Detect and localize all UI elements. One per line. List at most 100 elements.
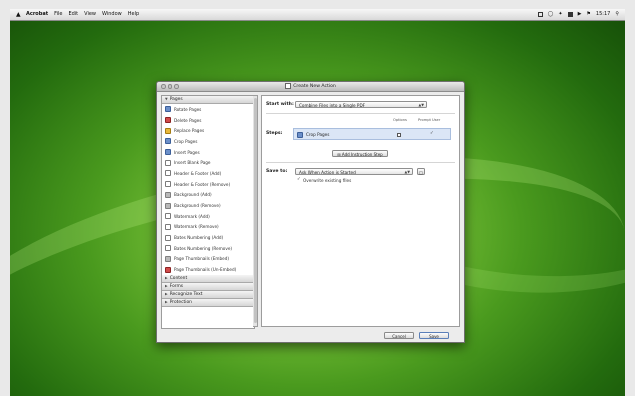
save-to-value: Ask When Action is Started xyxy=(299,170,356,175)
tool-label: Background (Add) xyxy=(174,192,212,198)
steps-label: Steps: xyxy=(266,131,283,136)
dialog-title: Create New Action xyxy=(293,84,336,89)
folder-icon: □ xyxy=(419,170,423,175)
background-icon xyxy=(165,202,171,209)
menu-help[interactable]: Help xyxy=(128,9,139,20)
overwrite-checkbox[interactable]: ✓ xyxy=(297,177,301,182)
thumbnails-icon xyxy=(165,255,171,262)
background-icon xyxy=(165,191,171,198)
add-instruction-step-button[interactable]: ⊞ Add Instruction Step xyxy=(332,150,388,157)
section-content[interactable]: ▶ Content xyxy=(162,275,254,283)
prompt-user-checkbox[interactable]: ✓ xyxy=(430,131,434,136)
collapse-triangle-icon: ▶ xyxy=(165,292,168,296)
spotlight-icon[interactable]: ⚲ xyxy=(615,9,619,20)
cancel-button[interactable]: Cancel xyxy=(384,332,414,339)
tool-crop-pages[interactable]: Crop Pages xyxy=(162,136,254,147)
tool-rotate-pages[interactable]: Rotate Pages xyxy=(162,104,254,115)
tool-label: Rotate Pages xyxy=(174,106,202,112)
tool-insert-pages[interactable]: Insert Pages xyxy=(162,147,254,158)
status-icon[interactable] xyxy=(537,12,543,17)
time-machine-icon[interactable]: ◯ xyxy=(548,9,554,20)
menu-bar: ▲ Acrobat File Edit View Window Help ◯ ✦… xyxy=(10,9,625,21)
section-label: Forms xyxy=(169,284,184,289)
tool-label: Crop Pages xyxy=(174,138,198,144)
tool-background-add[interactable]: Background (Add) xyxy=(162,190,254,201)
section-label: Content xyxy=(169,276,188,281)
dialog-titlebar: Create New Action xyxy=(157,82,464,92)
options-button[interactable] xyxy=(397,133,401,137)
menu-file[interactable]: File xyxy=(54,9,62,20)
save-to-select[interactable]: Ask When Action is Started ▲▼ xyxy=(295,168,413,175)
section-label: Protection xyxy=(169,300,192,305)
zoom-window-icon[interactable] xyxy=(174,84,179,89)
crop-icon xyxy=(165,138,171,145)
tool-label: Delete Pages xyxy=(174,117,202,123)
step-row-crop-pages[interactable]: Crop Pages ✓ xyxy=(293,128,451,140)
tool-thumbnails-unembed[interactable]: Page Thumbnails (Un-Embed) xyxy=(162,264,254,275)
collapse-triangle-icon: ▶ xyxy=(165,300,168,304)
desktop-screen: ▲ Acrobat File Edit View Window Help ◯ ✦… xyxy=(10,9,625,396)
display-icon[interactable] xyxy=(567,12,573,17)
tool-insert-blank-page[interactable]: Insert Blank Page xyxy=(162,157,254,168)
bluetooth-icon[interactable]: ✦ xyxy=(558,9,562,20)
save-button[interactable]: Save xyxy=(419,332,449,339)
tool-header-footer-remove[interactable]: Header & Footer (Remove) xyxy=(162,179,254,190)
divider xyxy=(266,113,455,114)
tool-label: Background (Remove) xyxy=(174,203,221,209)
tool-label: Header & Footer (Remove) xyxy=(174,181,231,187)
volume-icon[interactable]: ▶ xyxy=(578,9,582,20)
flag-icon[interactable]: ⚑ xyxy=(586,9,590,20)
tool-label: Insert Blank Page xyxy=(174,160,211,166)
prompt-user-column-header: Prompt User xyxy=(418,118,441,122)
save-to-label: Save to: xyxy=(266,169,288,174)
tool-label: Insert Pages xyxy=(174,149,200,155)
thumbnails-icon xyxy=(165,266,171,273)
tool-bates-remove[interactable]: Bates Numbering (Remove) xyxy=(162,243,254,254)
blank-page-icon xyxy=(165,159,171,166)
section-forms[interactable]: ▶ Forms xyxy=(162,283,254,291)
tools-list: ▼ Pages Rotate Pages Delete Pages Replace… xyxy=(161,95,255,329)
divider xyxy=(266,162,455,163)
clock[interactable]: 15:17 xyxy=(596,9,610,20)
tool-delete-pages[interactable]: Delete Pages xyxy=(162,115,254,126)
menu-edit[interactable]: Edit xyxy=(68,9,78,20)
tool-replace-pages[interactable]: Replace Pages xyxy=(162,125,254,136)
section-protection[interactable]: ▶ Protection xyxy=(162,299,254,307)
header-footer-icon xyxy=(165,170,171,177)
tool-label: Watermark (Remove) xyxy=(174,224,219,230)
dropdown-arrow-icon: ▲▼ xyxy=(418,103,424,107)
watermark-icon xyxy=(165,223,171,230)
tools-scrollbar[interactable] xyxy=(253,95,258,327)
close-window-icon[interactable] xyxy=(161,84,166,89)
rotate-icon xyxy=(165,106,171,113)
create-new-action-dialog: Create New Action ▼ Pages Rotate Pages De… xyxy=(156,81,465,343)
tool-watermark-remove[interactable]: Watermark (Remove) xyxy=(162,222,254,233)
apple-icon[interactable]: ▲ xyxy=(16,9,21,20)
document-icon xyxy=(285,82,292,89)
section-recognize-text[interactable]: ▶ Recognize Text xyxy=(162,291,254,299)
start-with-select[interactable]: Combine Files into a Single PDF ▲▼ xyxy=(295,101,427,108)
menu-acrobat[interactable]: Acrobat xyxy=(26,9,48,20)
browse-folder-button[interactable]: □ xyxy=(417,168,425,175)
tool-bates-add[interactable]: Bates Numbering (Add) xyxy=(162,232,254,243)
tool-thumbnails-embed[interactable]: Page Thumbnails (Embed) xyxy=(162,254,254,265)
minimize-window-icon[interactable] xyxy=(167,84,172,89)
insert-icon xyxy=(165,149,171,156)
section-pages[interactable]: ▼ Pages xyxy=(162,96,254,104)
add-instruction-label: Add Instruction Step xyxy=(341,152,383,157)
menu-window[interactable]: Window xyxy=(102,9,122,20)
section-label: Pages xyxy=(169,97,183,102)
dropdown-arrow-icon: ▲▼ xyxy=(404,170,410,174)
start-with-label: Start with: xyxy=(266,102,294,107)
delete-icon xyxy=(165,117,171,124)
start-with-value: Combine Files into a Single PDF xyxy=(299,103,366,108)
bates-icon xyxy=(165,245,171,252)
tool-label: Bates Numbering (Remove) xyxy=(174,245,233,251)
collapse-triangle-icon: ▶ xyxy=(165,284,168,288)
scrollbar-thumb[interactable] xyxy=(254,98,257,323)
tool-background-remove[interactable]: Background (Remove) xyxy=(162,200,254,211)
tool-label: Header & Footer (Add) xyxy=(174,170,222,176)
tool-watermark-add[interactable]: Watermark (Add) xyxy=(162,211,254,222)
tool-header-footer-add[interactable]: Header & Footer (Add) xyxy=(162,168,254,179)
menu-view[interactable]: View xyxy=(84,9,96,20)
